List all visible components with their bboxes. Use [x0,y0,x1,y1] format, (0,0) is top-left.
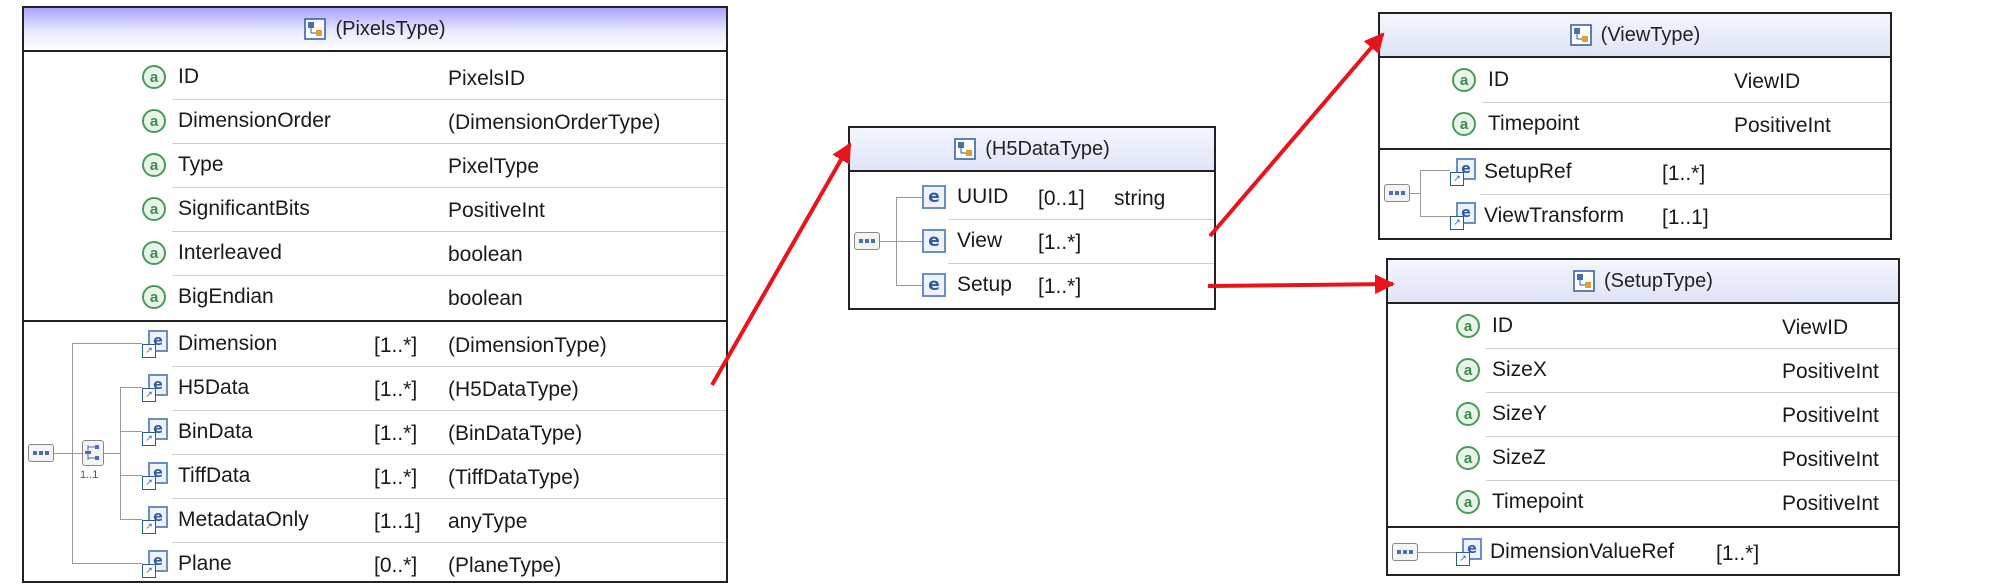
arrow-h5data-to-h5datatype [710,142,852,386]
arrow-setup-to-setuptype [1207,274,1395,295]
connector-arrows [710,32,1395,386]
arrow-view-to-viewtype [1208,32,1385,238]
